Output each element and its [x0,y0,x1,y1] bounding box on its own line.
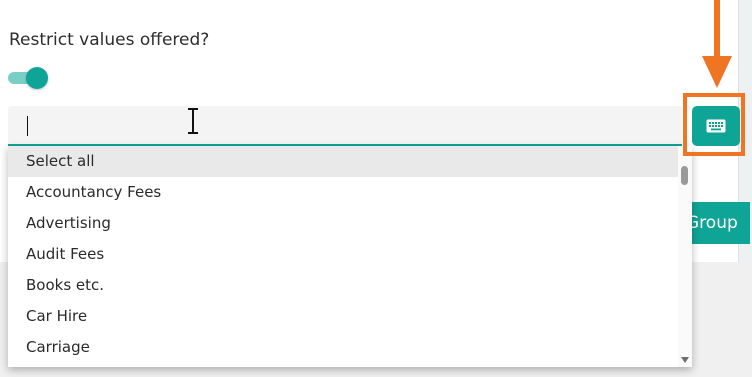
restrict-values-label: Restrict values offered? [9,30,210,50]
list-item-select-all[interactable]: Select all [8,146,678,177]
group-button[interactable]: Group [683,202,750,244]
value-search-input[interactable] [8,106,682,146]
text-caret [27,116,28,136]
list-item[interactable]: Car Hire [8,301,678,332]
text-cursor-icon [188,108,198,134]
list-item[interactable]: Accountancy Fees [8,177,678,208]
dropdown-scrollbar[interactable] [678,146,692,367]
list-item[interactable]: Advertising [8,208,678,239]
list-item[interactable]: Audit Fees [8,239,678,270]
value-list: Select all Accountancy Fees Advertising … [8,146,678,363]
toggle-knob [26,67,48,89]
list-item[interactable]: Books etc. [8,270,678,301]
scroll-down-icon[interactable] [681,357,689,363]
scroll-thumb[interactable] [681,166,688,185]
restrict-values-toggle[interactable] [6,66,48,90]
arrow-down-icon [702,0,732,88]
value-dropdown: Select all Accountancy Fees Advertising … [8,146,692,367]
list-item[interactable]: Carriage [8,332,678,363]
highlight-box [683,93,745,156]
